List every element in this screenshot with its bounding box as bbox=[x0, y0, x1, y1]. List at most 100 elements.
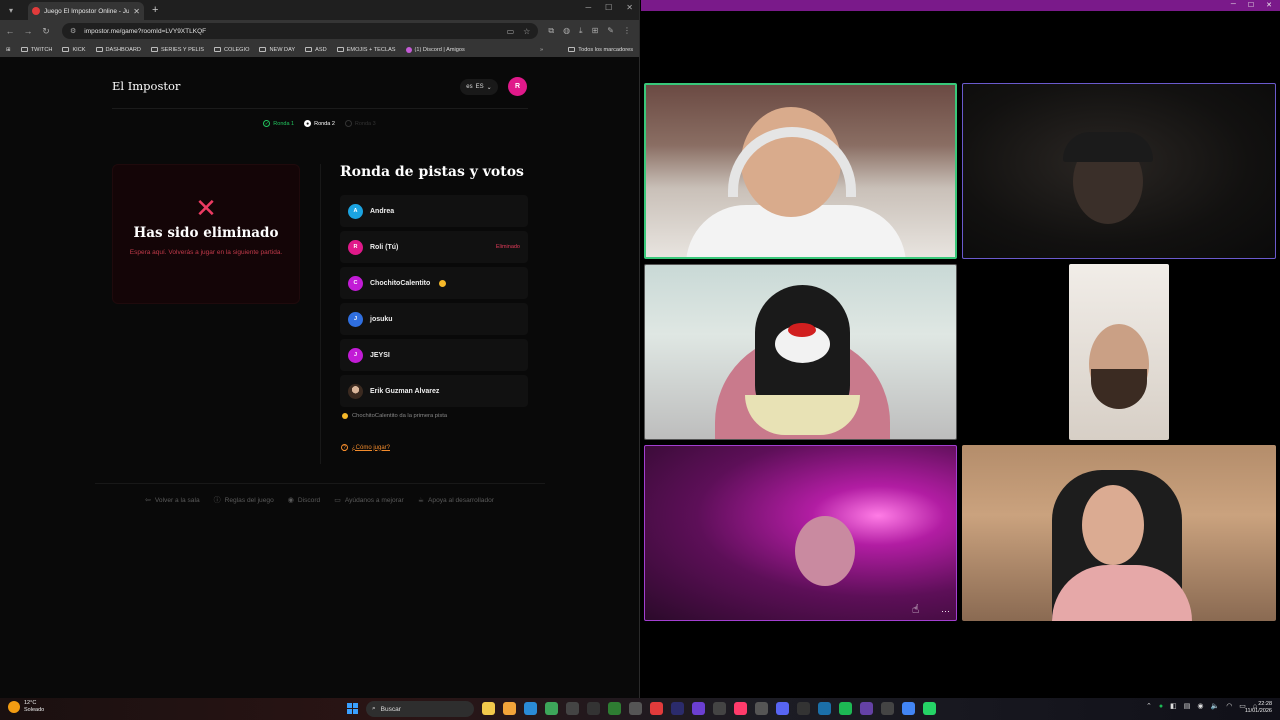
back-icon[interactable]: ← bbox=[4, 26, 16, 36]
menu-icon[interactable]: ⋮ bbox=[623, 26, 631, 36]
language-selector[interactable]: es ES ⌄ bbox=[460, 79, 498, 95]
exit-icon: ⇦ bbox=[145, 497, 151, 504]
weather-widget[interactable]: 12°C Soleado bbox=[8, 700, 44, 713]
reload-icon[interactable]: ↻ bbox=[40, 26, 52, 37]
player-avatar: C bbox=[348, 275, 363, 291]
discord-link[interactable]: ◉ Discord bbox=[288, 495, 320, 505]
bookmark-twitch[interactable]: TWITCH bbox=[20, 47, 52, 53]
maximize-icon[interactable]: ☐ bbox=[1248, 1, 1254, 9]
header-divider bbox=[112, 108, 528, 109]
how-to-play-link[interactable]: ? ¿Cómo jugar? bbox=[341, 444, 390, 451]
extension-icon[interactable]: ⊞ bbox=[592, 26, 599, 36]
app-icon[interactable] bbox=[545, 702, 558, 715]
app-icon[interactable] bbox=[566, 702, 579, 715]
tools-icon[interactable]: ✎ bbox=[607, 26, 614, 36]
support-dev-link[interactable]: ☕ Apoya al desarrollador bbox=[418, 495, 494, 505]
whatsapp-icon[interactable] bbox=[923, 702, 936, 715]
round-progress: ✓ Ronda 1 ● Ronda 2 Ronda 3 bbox=[0, 120, 639, 127]
bookmark-emojis[interactable]: EMOJIS + TECLAS bbox=[336, 47, 396, 53]
forward-icon[interactable]: → bbox=[22, 26, 34, 36]
chevron-up-icon[interactable]: ⌃ bbox=[1146, 702, 1152, 710]
app-icon[interactable] bbox=[713, 702, 726, 715]
discord-icon[interactable] bbox=[776, 702, 789, 715]
rules-link[interactable]: ⓘ Reglas del juego bbox=[214, 495, 274, 505]
tab-title: Juego El Impostor Online - Jug bbox=[44, 7, 130, 15]
video-tile[interactable] bbox=[644, 264, 957, 440]
steam-icon[interactable] bbox=[818, 702, 831, 715]
bookmark-colegio[interactable]: COLEGIO bbox=[213, 47, 249, 53]
system-clock[interactable]: 22:28 11/01/2026 bbox=[1245, 701, 1272, 715]
close-window-icon[interactable]: ✕ bbox=[1266, 1, 1272, 9]
tray-app-icon[interactable]: ◉ bbox=[1197, 702, 1203, 710]
bookmark-new-day[interactable]: NEW DAY bbox=[259, 47, 295, 53]
bookmark-series[interactable]: SERIES Y PELIS bbox=[150, 47, 204, 53]
discord-icon: ◉ bbox=[287, 497, 294, 504]
bookmark-star-icon[interactable]: ☆ bbox=[523, 27, 530, 36]
sun-icon bbox=[8, 700, 20, 713]
maximize-icon[interactable]: ☐ bbox=[605, 3, 612, 12]
apps-icon[interactable]: ⊞ bbox=[6, 47, 11, 53]
system-tray: ⌃ ● ◧ ▤ ◉ 🔈 ◠ ▭ ⌂ bbox=[1146, 702, 1257, 711]
close-tab-icon[interactable]: ✕ bbox=[133, 7, 140, 16]
video-tile[interactable] bbox=[644, 83, 957, 259]
minimize-icon[interactable]: ─ bbox=[585, 3, 591, 12]
browser-toolbar: ← → ↻ ⚙ impostor.me/game?roomId=LVY9XTLK… bbox=[0, 20, 639, 42]
user-avatar[interactable]: R bbox=[508, 77, 527, 96]
site-info-icon[interactable]: ⚙ bbox=[70, 27, 76, 35]
browser-tab[interactable]: Juego El Impostor Online - Jug ✕ bbox=[28, 2, 144, 20]
app-icon[interactable] bbox=[608, 702, 621, 715]
app-icon[interactable] bbox=[797, 702, 810, 715]
app-icon[interactable] bbox=[587, 702, 600, 715]
app-icon[interactable] bbox=[860, 702, 873, 715]
round-2: ● Ronda 2 bbox=[304, 120, 335, 127]
app-icon[interactable] bbox=[524, 702, 537, 715]
more-bookmarks-icon[interactable]: » bbox=[540, 47, 543, 53]
player-name: ChochitoCalentito bbox=[370, 279, 431, 287]
spotify-icon[interactable] bbox=[839, 702, 852, 715]
volume-icon[interactable]: 🔈 bbox=[1210, 702, 1219, 710]
video-tile[interactable] bbox=[1069, 264, 1169, 440]
app-icon[interactable] bbox=[692, 702, 705, 715]
close-window-icon[interactable]: ✕ bbox=[626, 3, 633, 12]
bookmark-asd[interactable]: ASD bbox=[305, 47, 327, 53]
bookmark-discord[interactable]: (1) Discord | Amigos bbox=[405, 46, 465, 53]
app-icon[interactable] bbox=[650, 702, 663, 715]
download-icon[interactable]: ⤓ bbox=[579, 26, 583, 36]
wifi-icon[interactable]: ◠ bbox=[1226, 702, 1232, 710]
feedback-link[interactable]: ▭ Ayúdanos a mejorar bbox=[334, 495, 404, 505]
file-explorer-icon[interactable] bbox=[503, 702, 516, 715]
more-options-icon[interactable]: ··· bbox=[941, 606, 950, 616]
start-button[interactable] bbox=[347, 703, 358, 714]
participant-cap bbox=[1063, 132, 1153, 162]
tray-app-icon[interactable]: ▤ bbox=[1184, 702, 1191, 710]
tab-search-icon[interactable]: ▾ bbox=[4, 3, 18, 17]
player-avatar: J bbox=[348, 347, 363, 363]
tray-app-icon[interactable]: ◧ bbox=[1170, 702, 1177, 710]
profile-icon[interactable]: ◍ bbox=[563, 26, 570, 36]
search-placeholder: Buscar bbox=[380, 705, 401, 713]
app-icon[interactable] bbox=[755, 702, 768, 715]
minimize-icon[interactable]: ─ bbox=[1231, 1, 1236, 9]
video-tile[interactable]: ··· bbox=[644, 445, 957, 621]
chrome-icon[interactable] bbox=[902, 702, 915, 715]
app-icon[interactable] bbox=[881, 702, 894, 715]
bookmark-kick[interactable]: KICK bbox=[62, 47, 86, 53]
extensions-icon[interactable]: ⧉ bbox=[548, 26, 554, 36]
tray-app-icon[interactable]: ● bbox=[1159, 703, 1163, 710]
address-bar[interactable]: ⚙ impostor.me/game?roomId=LVY9XTLKQF ▭ ☆ bbox=[62, 23, 539, 39]
app-icon[interactable] bbox=[734, 702, 747, 715]
app-icon[interactable] bbox=[629, 702, 642, 715]
cast-icon[interactable]: ▭ bbox=[507, 27, 515, 36]
all-bookmarks[interactable]: Todos los marcadores bbox=[568, 47, 633, 53]
taskbar-search[interactable]: ⌕ Buscar bbox=[366, 701, 474, 717]
app-icon[interactable] bbox=[671, 702, 684, 715]
site-logo[interactable]: El Impostor bbox=[112, 79, 180, 93]
bookmark-dashboard[interactable]: DASHBOARD bbox=[95, 47, 141, 53]
language-code: ES bbox=[475, 84, 484, 90]
video-tile[interactable] bbox=[962, 445, 1276, 621]
back-to-room-link[interactable]: ⇦ Volver a la sala bbox=[145, 495, 200, 505]
sticky-notes-icon[interactable] bbox=[482, 702, 495, 715]
round-label: Ronda 1 bbox=[273, 120, 295, 127]
new-tab-button[interactable]: + bbox=[152, 4, 158, 16]
video-tile[interactable] bbox=[962, 83, 1276, 259]
